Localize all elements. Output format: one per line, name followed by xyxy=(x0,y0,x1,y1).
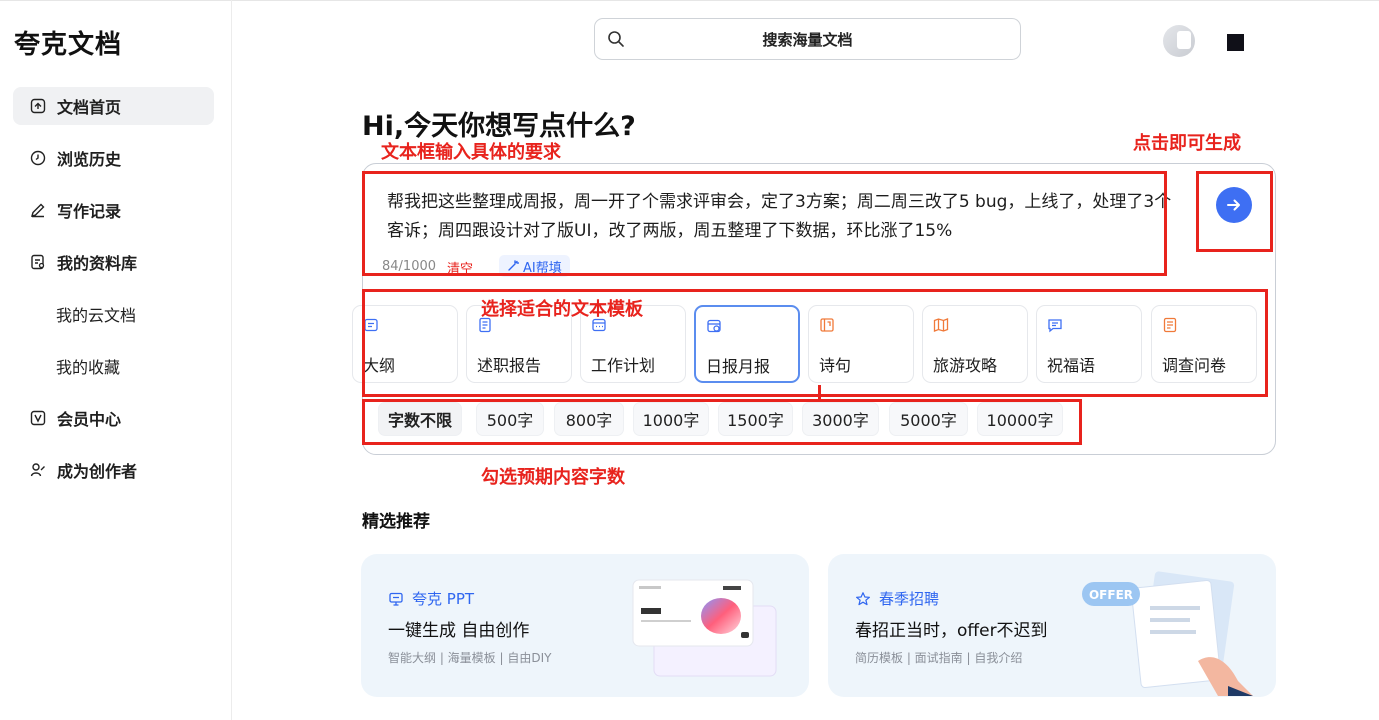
recommend-subtitle: 简历模板 | 面试指南 | 自我介绍 xyxy=(855,651,1023,665)
sidebar-item-creator[interactable]: 成为创作者 xyxy=(13,451,214,489)
sidebar-item-label: 文档首页 xyxy=(57,98,122,117)
annotation-input-hint: 文本框输入具体的要求 xyxy=(381,142,561,163)
recommend-card-ppt[interactable]: 夸克 PPT 一键生成 自由创作 智能大纲 | 海量模板 | 自由DIY xyxy=(361,554,809,697)
sidebar-item-label: 会员中心 xyxy=(57,410,122,429)
annotation-send-hint: 点击即可生成 xyxy=(1133,133,1241,154)
offer-illustration: OFFER xyxy=(1082,571,1253,696)
annotation-box-send xyxy=(1196,171,1273,252)
sidebar-item-writing-records[interactable]: 写作记录 xyxy=(13,191,214,229)
presentation-icon xyxy=(388,591,404,607)
annotation-wordcount-hint: 勾选预期内容字数 xyxy=(481,467,625,488)
sidebar-item-label: 我的云文档 xyxy=(56,306,137,325)
recommend-tag-label: 春季招聘 xyxy=(879,590,940,608)
sidebar: 夸克文档 文档首页 浏览历史 写作记录 我的资料库 我的云文档 我的收藏 会员中… xyxy=(0,0,232,720)
annotation-box-templates xyxy=(362,289,1268,397)
recommend-subtitle: 智能大纲 | 海量模板 | 自由DIY xyxy=(388,651,552,665)
search-bar[interactable]: 搜索海量文档 xyxy=(594,18,1021,60)
ppt-illustration xyxy=(632,579,777,677)
creator-icon xyxy=(29,461,47,479)
search-icon xyxy=(607,30,625,52)
annotation-box-wordcount xyxy=(362,399,1082,445)
sidebar-item-label: 浏览历史 xyxy=(57,150,122,169)
app-menu-icon[interactable] xyxy=(1227,34,1244,51)
sidebar-nav: 文档首页 浏览历史 写作记录 我的资料库 我的云文档 我的收藏 会员中心 成为创… xyxy=(13,87,214,503)
sidebar-item-cloud-docs[interactable]: 我的云文档 xyxy=(13,295,214,333)
recommend-title: 春招正当时，offer不迟到 xyxy=(855,621,1048,641)
sidebar-item-label: 成为创作者 xyxy=(57,462,138,481)
library-icon xyxy=(29,253,47,271)
recommend-card-recruit[interactable]: 春季招聘 春招正当时，offer不迟到 简历模板 | 面试指南 | 自我介绍 O… xyxy=(828,554,1276,697)
recommend-tag-label: 夸克 PPT xyxy=(412,590,475,608)
avatar-mask xyxy=(1177,31,1191,49)
sidebar-item-label: 写作记录 xyxy=(57,202,122,221)
section-title: 精选推荐 xyxy=(362,512,430,532)
annotation-connector xyxy=(818,385,821,399)
sidebar-item-library[interactable]: 我的资料库 xyxy=(13,243,214,281)
offer-badge: OFFER xyxy=(1089,588,1133,602)
sidebar-item-home[interactable]: 文档首页 xyxy=(13,87,214,125)
search-placeholder: 搜索海量文档 xyxy=(762,30,853,49)
recommend-tag: 春季招聘 xyxy=(855,588,939,609)
pen-icon xyxy=(29,201,47,219)
vip-icon xyxy=(29,409,47,427)
app-logo[interactable]: 夸克文档 xyxy=(14,24,122,61)
recommend-tag: 夸克 PPT xyxy=(388,588,474,609)
clock-icon xyxy=(29,149,47,167)
star-icon xyxy=(855,591,871,607)
sidebar-item-label: 我的收藏 xyxy=(56,358,121,377)
sidebar-item-history[interactable]: 浏览历史 xyxy=(13,139,214,177)
annotation-box-input xyxy=(362,171,1167,276)
recommend-title: 一键生成 自由创作 xyxy=(388,621,530,641)
home-icon xyxy=(29,97,47,115)
sidebar-item-favorites[interactable]: 我的收藏 xyxy=(13,347,214,385)
sidebar-item-vip[interactable]: 会员中心 xyxy=(13,399,214,437)
sidebar-item-label: 我的资料库 xyxy=(57,254,138,273)
